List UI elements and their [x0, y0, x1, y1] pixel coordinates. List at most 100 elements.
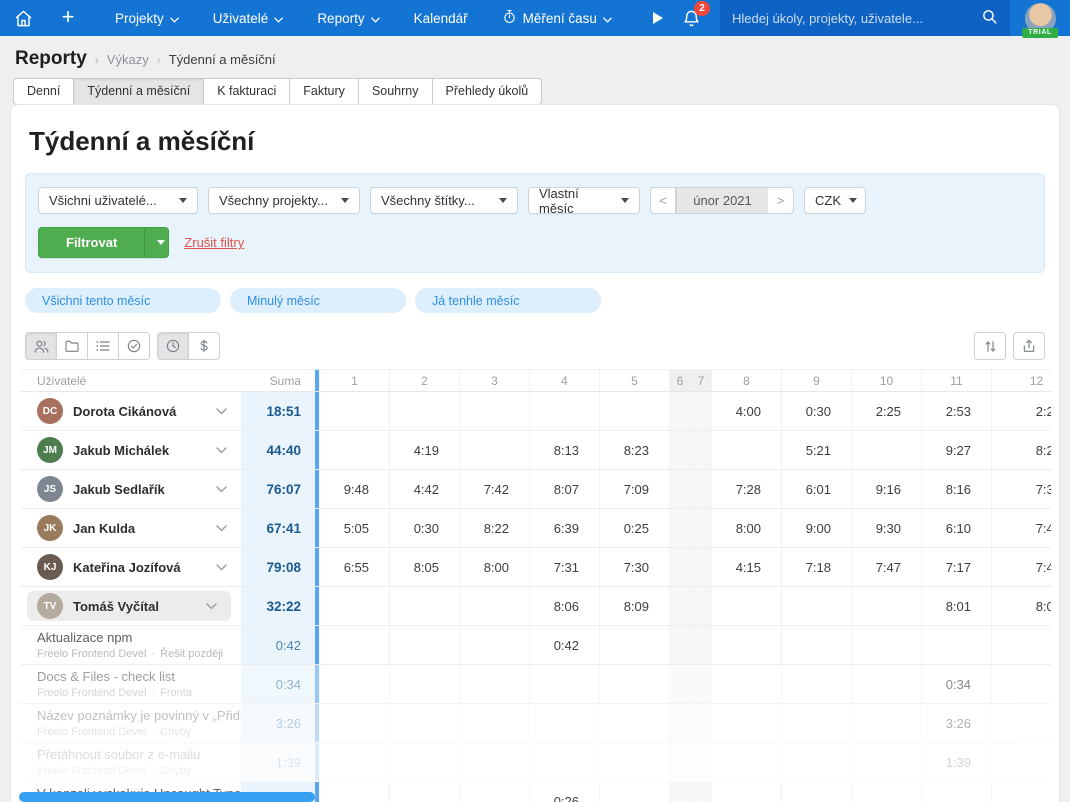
- group-by-tasks-button[interactable]: [118, 332, 150, 360]
- top-navigation: + ProjektyUživatelé Reporty KalendářMěření…: [0, 0, 1070, 36]
- breadcrumb-item[interactable]: Týdenní a měsíční: [169, 52, 276, 67]
- task-row: Docs & Files - check listFreelo Frontend…: [21, 665, 1051, 704]
- time-cell: 0:25: [599, 509, 669, 547]
- sort-button[interactable]: [974, 332, 1006, 360]
- expand-chevron-icon[interactable]: [216, 525, 227, 532]
- breadcrumb-item[interactable]: Výkazy: [107, 52, 149, 67]
- time-cell: [389, 743, 459, 781]
- time-report-table: UživateléSuma123456789101112DCDorota Cik…: [21, 369, 1051, 802]
- time-cell: 8:16: [921, 470, 991, 508]
- play-timer-icon[interactable]: [643, 0, 673, 36]
- quick-filter-ja-tenhle-mesic[interactable]: Já tenhle měsíc: [415, 288, 601, 313]
- user-name-inner: TVTomáš Vyčítal: [27, 591, 231, 621]
- nav-item-projekty[interactable]: Projekty: [98, 0, 196, 36]
- notifications-bell-icon[interactable]: 2: [674, 0, 708, 36]
- time-cell: [319, 704, 389, 742]
- time-cell: 2:23: [991, 392, 1051, 430]
- period-filter-select[interactable]: Vlastní měsíc: [528, 187, 640, 214]
- task-title[interactable]: Docs & Files - check list: [37, 669, 241, 684]
- reset-filters-link[interactable]: Zrušit filtry: [184, 235, 244, 250]
- task-title[interactable]: Přetáhnout soubor z e-mailu: [37, 747, 241, 762]
- task-title[interactable]: Aktualizace npm: [37, 630, 241, 645]
- user-row[interactable]: DCDorota Cikánová18:514:000:302:252:532:…: [21, 392, 1051, 431]
- tab-prehledy-ukolu[interactable]: Přehledy úkolů: [432, 78, 543, 105]
- time-cell: 6:10: [921, 509, 991, 547]
- time-cell: 7:38: [991, 470, 1051, 508]
- users-filter-select[interactable]: Všichni uživatelé...: [38, 187, 198, 214]
- export-button[interactable]: [1013, 332, 1045, 360]
- breadcrumb-root[interactable]: Reporty: [15, 48, 87, 70]
- user-row[interactable]: KJKateřina Jozífová79:086:558:058:007:31…: [21, 548, 1051, 587]
- expand-chevron-icon[interactable]: [216, 486, 227, 493]
- expand-chevron-icon[interactable]: [216, 408, 227, 415]
- group-by-users-button[interactable]: [25, 332, 57, 360]
- sum-column-header: Suma: [241, 370, 315, 391]
- time-cell: [690, 626, 711, 664]
- user-row[interactable]: JMJakub Michálek44:404:198:138:235:219:2…: [21, 431, 1051, 470]
- nav-item-uzivatele[interactable]: Uživatelé: [196, 0, 301, 36]
- time-mode-button[interactable]: [157, 332, 189, 360]
- time-cell: [781, 782, 851, 802]
- task-row: Název poznámky je povinný v „Přidat ...F…: [21, 704, 1051, 743]
- time-cell: [389, 587, 459, 625]
- search-bar[interactable]: [720, 0, 1010, 36]
- view-toolbar: [25, 332, 1045, 360]
- tab-denni[interactable]: Denní: [13, 78, 74, 105]
- task-subtitle: Freelo Frontend Devel·Řešit později: [37, 648, 241, 660]
- projects-filter-select[interactable]: Všechny projekty...: [208, 187, 360, 214]
- user-row[interactable]: JKJan Kulda67:415:050:308:226:390:258:00…: [21, 509, 1051, 548]
- currency-select[interactable]: CZK: [804, 187, 866, 214]
- day-column-header: 2: [389, 370, 459, 391]
- time-cell: [319, 626, 389, 664]
- nav-item-mereni-casu[interactable]: Měření času: [485, 0, 629, 36]
- nav-item-reporty[interactable]: Reporty: [300, 0, 396, 36]
- time-cell: [921, 782, 991, 802]
- money-mode-button[interactable]: [188, 332, 220, 360]
- search-input[interactable]: [732, 11, 981, 26]
- expand-chevron-icon[interactable]: [216, 564, 227, 571]
- notification-badge: 2: [694, 1, 710, 16]
- home-icon[interactable]: [0, 0, 46, 36]
- prev-month-button[interactable]: <: [650, 187, 676, 214]
- nav-item-kalendar[interactable]: Kalendář: [397, 0, 485, 36]
- time-cell: [529, 665, 599, 703]
- horizontal-scrollbar-thumb[interactable]: [19, 792, 315, 802]
- create-new-button[interactable]: +: [46, 0, 90, 36]
- user-name-inner: DCDorota Cikánová: [27, 392, 241, 430]
- user-avatar[interactable]: TRIAL: [1010, 0, 1070, 36]
- tab-faktury[interactable]: Faktury: [289, 78, 359, 105]
- time-cell: [669, 509, 690, 547]
- time-cell: [781, 665, 851, 703]
- quick-filter-vsichni-tento-mesic[interactable]: Všichni tento měsíc: [25, 288, 221, 313]
- tab-souhrny[interactable]: Souhrny: [358, 78, 433, 105]
- month-picker: < únor 2021 >: [650, 187, 794, 214]
- period-filter-value: Vlastní měsíc: [539, 186, 613, 216]
- task-title[interactable]: Název poznámky je povinný v „Přidat ...: [37, 708, 241, 723]
- search-icon[interactable]: [981, 8, 998, 28]
- tags-filter-select[interactable]: Všechny štítky...: [370, 187, 518, 214]
- user-name: Kateřina Jozífová: [73, 560, 181, 575]
- expand-chevron-icon[interactable]: [216, 447, 227, 454]
- tab-k-fakturaci[interactable]: K fakturaci: [203, 78, 290, 105]
- group-by-lists-button[interactable]: [87, 332, 119, 360]
- tab-tydenni-a-mesicni[interactable]: Týdenní a měsíční: [73, 78, 204, 105]
- group-by-projects-button[interactable]: [56, 332, 88, 360]
- expand-chevron-icon[interactable]: [206, 603, 217, 610]
- filter-button-caret[interactable]: [144, 228, 168, 257]
- time-cell: [669, 782, 690, 802]
- time-cell: 7:09: [599, 470, 669, 508]
- user-name-inner: KJKateřina Jozífová: [27, 548, 241, 586]
- nav-item-label: Reporty: [317, 11, 364, 26]
- time-cell: [921, 626, 991, 664]
- time-cell: [529, 704, 599, 742]
- next-month-button[interactable]: >: [768, 187, 794, 214]
- time-cell: [669, 704, 690, 742]
- time-cell: [690, 548, 711, 586]
- quick-filter-minuly-mesic[interactable]: Minulý měsíc: [230, 288, 406, 313]
- month-value: únor 2021: [676, 187, 768, 214]
- user-row[interactable]: TVTomáš Vyčítal32:228:068:098:018:06: [21, 587, 1051, 626]
- filter-button[interactable]: Filtrovat: [38, 227, 169, 258]
- time-cell: 7:30: [599, 548, 669, 586]
- user-row[interactable]: JSJakub Sedlařík76:079:484:427:428:077:0…: [21, 470, 1051, 509]
- subtitle-dot: ·: [151, 687, 155, 699]
